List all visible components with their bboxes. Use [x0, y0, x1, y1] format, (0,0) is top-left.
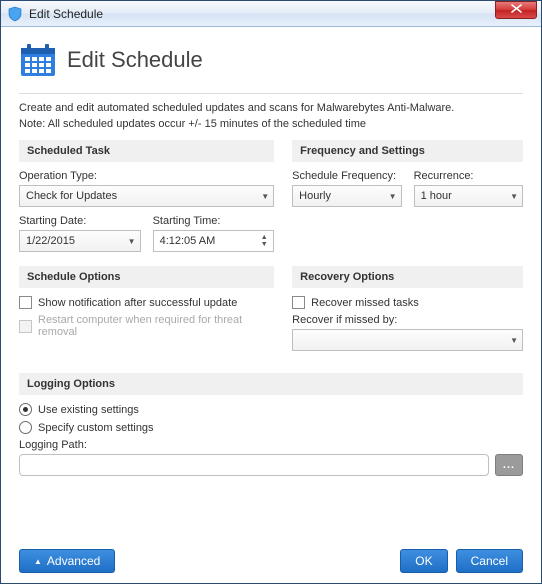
restart-computer-label: Restart computer when required for threa… [38, 314, 274, 338]
advanced-label: Advanced [47, 554, 100, 568]
calendar-icon [19, 41, 57, 79]
ok-button[interactable]: OK [400, 549, 447, 573]
specify-custom-radio[interactable]: Specify custom settings [19, 421, 523, 434]
chevron-down-icon: ▼ [510, 192, 518, 201]
recover-missed-label: Recover missed tasks [311, 297, 419, 309]
note-text: Note: All scheduled updates occur +/- 15… [19, 118, 523, 130]
starting-date-value: 1/22/2015 [26, 235, 124, 247]
schedule-frequency-value: Hourly [299, 190, 385, 202]
browse-button[interactable]: ... [495, 454, 523, 476]
logging-section: Logging Options Use existing settings Sp… [19, 373, 523, 476]
middle-columns: Schedule Options Show notification after… [19, 266, 523, 351]
close-icon [511, 4, 522, 16]
upper-columns: Scheduled Task Operation Type: Check for… [19, 140, 523, 252]
operation-type-combo[interactable]: Check for Updates ▼ [19, 185, 274, 207]
recurrence-label: Recurrence: [414, 170, 523, 182]
chevron-down-icon: ▼ [261, 192, 269, 201]
chevron-down-icon: ▼ [128, 237, 136, 246]
ellipsis-icon: ... [503, 459, 515, 471]
starting-time-spinner[interactable]: 4:12:05 AM ▲▼ [153, 230, 275, 252]
specify-custom-label: Specify custom settings [38, 422, 154, 434]
logging-path-input[interactable] [19, 454, 489, 476]
caret-up-icon: ▲ [34, 557, 42, 566]
section-frequency: Frequency and Settings [292, 140, 523, 162]
recurrence-combo[interactable]: 1 hour ▼ [414, 185, 523, 207]
starting-time-label: Starting Time: [153, 215, 275, 227]
section-scheduled-task: Scheduled Task [19, 140, 274, 162]
use-existing-radio[interactable]: Use existing settings [19, 403, 523, 416]
schedule-options-col: Schedule Options Show notification after… [19, 266, 274, 351]
window-title: Edit Schedule [29, 7, 103, 21]
show-notification-checkbox[interactable]: Show notification after successful updat… [19, 296, 274, 309]
checkbox-icon [19, 296, 32, 309]
dialog-window: Edit Schedule [0, 0, 542, 584]
recover-missed-checkbox[interactable]: Recover missed tasks [292, 296, 523, 309]
spinner-arrows-icon: ▲▼ [257, 234, 271, 248]
radio-icon [19, 403, 32, 416]
operation-type-label: Operation Type: [19, 170, 274, 182]
divider [19, 93, 523, 94]
starting-time-value: 4:12:05 AM [160, 235, 258, 247]
cancel-label: Cancel [471, 554, 508, 568]
left-column: Scheduled Task Operation Type: Check for… [19, 140, 274, 252]
right-column: Frequency and Settings Schedule Frequenc… [292, 140, 523, 252]
recurrence-value: 1 hour [421, 190, 507, 202]
schedule-frequency-combo[interactable]: Hourly ▼ [292, 185, 401, 207]
radio-icon [19, 421, 32, 434]
section-schedule-options: Schedule Options [19, 266, 274, 288]
logging-path-label: Logging Path: [19, 439, 523, 451]
chevron-down-icon: ▼ [389, 192, 397, 201]
close-button[interactable] [495, 1, 537, 19]
recover-if-missed-combo[interactable]: ▼ [292, 329, 523, 351]
cancel-button[interactable]: Cancel [456, 549, 523, 573]
starting-date-picker[interactable]: 1/22/2015 ▼ [19, 230, 141, 252]
page-header: Edit Schedule [19, 37, 523, 87]
advanced-button[interactable]: ▲ Advanced [19, 549, 115, 573]
page-title: Edit Schedule [67, 47, 203, 73]
schedule-frequency-label: Schedule Frequency: [292, 170, 401, 182]
section-logging-options: Logging Options [19, 373, 523, 395]
app-icon [7, 6, 23, 22]
recovery-options-col: Recovery Options Recover missed tasks Re… [292, 266, 523, 351]
content-area: Edit Schedule Create and edit automated … [1, 27, 541, 583]
chevron-down-icon: ▼ [510, 336, 518, 345]
footer: ▲ Advanced OK Cancel [19, 539, 523, 573]
operation-type-value: Check for Updates [26, 190, 257, 202]
starting-date-label: Starting Date: [19, 215, 141, 227]
use-existing-label: Use existing settings [38, 404, 139, 416]
section-recovery-options: Recovery Options [292, 266, 523, 288]
ok-label: OK [415, 554, 432, 568]
recover-if-missed-label: Recover if missed by: [292, 314, 523, 326]
intro-text: Create and edit automated scheduled upda… [19, 102, 523, 114]
restart-computer-checkbox: Restart computer when required for threa… [19, 314, 274, 338]
checkbox-icon [292, 296, 305, 309]
titlebar: Edit Schedule [1, 1, 541, 27]
show-notification-label: Show notification after successful updat… [38, 297, 237, 309]
checkbox-icon [19, 320, 32, 333]
